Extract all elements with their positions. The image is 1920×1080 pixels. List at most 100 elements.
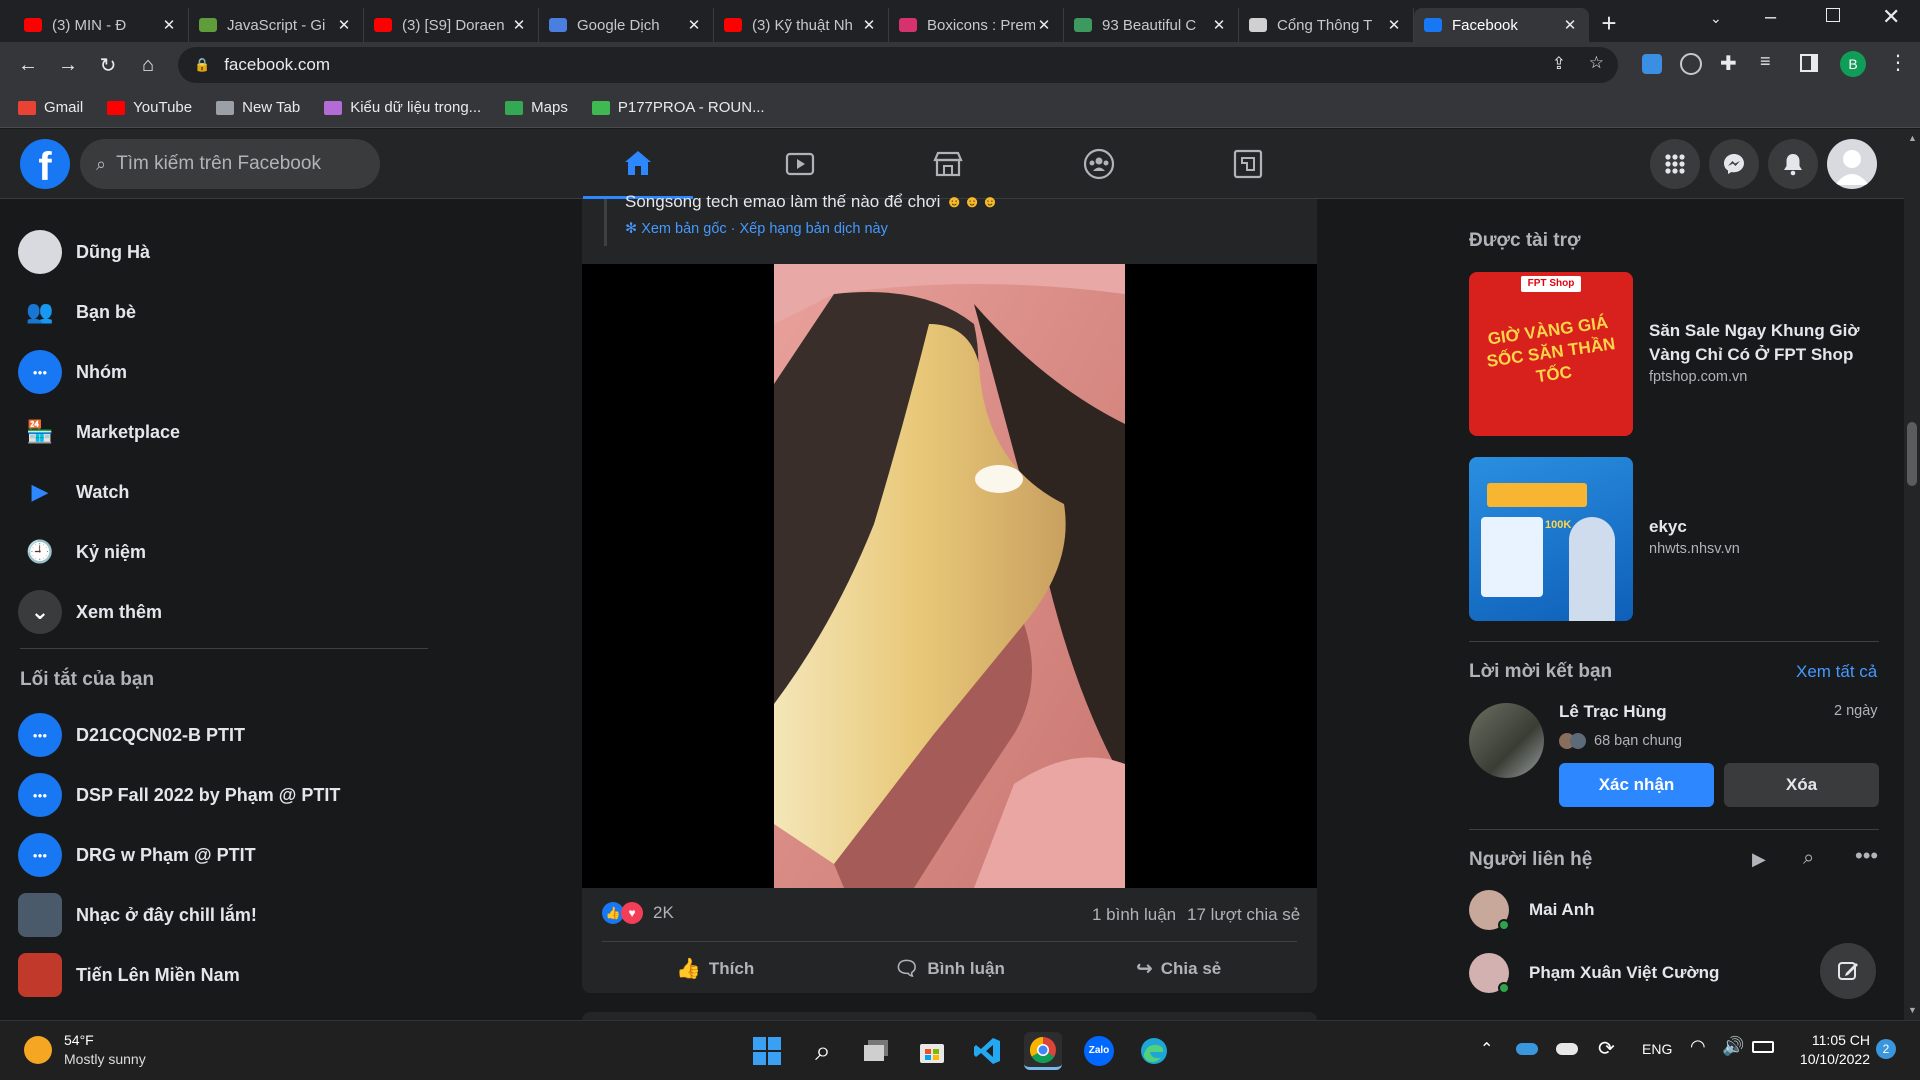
- close-tab-icon[interactable]: ✕: [1561, 16, 1579, 34]
- zalo-icon[interactable]: Zalo: [1080, 1032, 1118, 1070]
- nav-marketplace-tab[interactable]: [893, 129, 1003, 199]
- bookmark-item[interactable]: YouTube: [107, 99, 192, 116]
- extensions-puzzle-icon[interactable]: ✚: [1720, 51, 1737, 76]
- sync-icon[interactable]: ⟳: [1598, 1036, 1615, 1061]
- language-indicator[interactable]: ENG: [1642, 1041, 1672, 1057]
- close-tab-icon[interactable]: ✕: [1210, 16, 1228, 34]
- scrollbar-thumb[interactable]: [1907, 422, 1917, 486]
- share-icon[interactable]: ⇪: [1552, 54, 1566, 74]
- nav-watch-tab[interactable]: [745, 129, 855, 199]
- confirm-friend-button[interactable]: Xác nhận: [1559, 763, 1714, 807]
- close-tab-icon[interactable]: ✕: [1035, 16, 1053, 34]
- left-menu-item[interactable]: 🕘 Kỷ niệm: [18, 524, 438, 580]
- extension-compass-icon[interactable]: [1680, 53, 1702, 75]
- task-view-icon[interactable]: [858, 1032, 896, 1070]
- left-menu-item[interactable]: Dũng Hà: [18, 224, 438, 280]
- weather-widget[interactable]: 54°F Mostly sunny: [24, 1031, 146, 1069]
- browser-tab[interactable]: Facebook ✕: [1414, 8, 1589, 42]
- wifi-icon[interactable]: ◠: [1690, 1036, 1706, 1057]
- restore-button[interactable]: [1826, 8, 1840, 22]
- close-tab-icon[interactable]: ✕: [1385, 16, 1403, 34]
- chrome-icon[interactable]: [1024, 1032, 1062, 1070]
- media-queue-icon[interactable]: ≡: [1760, 51, 1771, 72]
- browser-tab[interactable]: Boxicons : Prem ✕: [889, 8, 1064, 42]
- minimize-button[interactable]: –: [1765, 6, 1776, 29]
- side-panel-icon[interactable]: [1800, 54, 1818, 72]
- contacts-options-icon[interactable]: •••: [1855, 843, 1878, 869]
- new-message-button[interactable]: [1820, 943, 1876, 999]
- close-tab-icon[interactable]: ✕: [160, 16, 178, 34]
- notifications-button[interactable]: [1768, 139, 1818, 189]
- clock[interactable]: 11:05 CH 10/10/2022: [1790, 1031, 1870, 1069]
- browser-tab[interactable]: Google Dịch ✕: [539, 8, 714, 42]
- left-menu-item[interactable]: 🏪 Marketplace: [18, 404, 438, 460]
- bookmark-item[interactable]: Kiểu dữ liệu trong...: [324, 99, 481, 116]
- shares-count[interactable]: 17 lượt chia sẻ: [1187, 905, 1300, 925]
- store-icon[interactable]: [913, 1032, 951, 1070]
- bookmark-item[interactable]: Gmail: [18, 99, 83, 116]
- left-menu-item[interactable]: ▶ Watch: [18, 464, 438, 520]
- page-scrollbar[interactable]: ▲ ▼: [1904, 129, 1920, 1020]
- shortcut-item[interactable]: ●●● DSP Fall 2022 by Phạm @ PTIT: [18, 767, 438, 823]
- shortcut-item[interactable]: ●●● D21CQCN02-B PTIT: [18, 707, 438, 763]
- url-bar[interactable]: 🔒 facebook.com ⇪ ☆: [178, 47, 1618, 83]
- taskbar-search-icon[interactable]: ⌕: [804, 1032, 842, 1070]
- new-tab-button[interactable]: +: [1589, 8, 1629, 39]
- close-window-button[interactable]: ✕: [1882, 4, 1900, 30]
- shortcut-item[interactable]: Nhạc ở đây chill lắm!: [18, 887, 438, 943]
- bookmark-star-icon[interactable]: ☆: [1589, 53, 1604, 73]
- shortcut-item[interactable]: ●●● DRG w Phạm @ PTIT: [18, 827, 438, 883]
- facebook-search-input[interactable]: ⌕ Tìm kiếm trên Facebook: [80, 139, 380, 189]
- reload-button[interactable]: ↻: [88, 53, 128, 78]
- share-button[interactable]: ↪ Chia sẻ: [1136, 956, 1221, 981]
- home-button[interactable]: ⌂: [128, 54, 168, 77]
- browser-tab[interactable]: 93 Beautiful C ✕: [1064, 8, 1239, 42]
- video-player[interactable]: [582, 264, 1317, 888]
- reactions-summary[interactable]: 👍 ♥ 2K: [602, 902, 674, 924]
- nav-gaming-tab[interactable]: [1193, 129, 1303, 199]
- new-room-icon[interactable]: ▶: [1752, 849, 1766, 870]
- bookmark-item[interactable]: New Tab: [216, 99, 300, 116]
- extension-raindrop-icon[interactable]: [1642, 54, 1662, 74]
- battery-icon[interactable]: [1752, 1041, 1774, 1053]
- browser-tab[interactable]: Cổng Thông T ✕: [1239, 8, 1414, 42]
- like-button[interactable]: 👍 Thích: [676, 956, 754, 981]
- forward-button[interactable]: →: [48, 54, 88, 77]
- scrollbar-down-arrow[interactable]: ▼: [1908, 1005, 1917, 1015]
- bookmark-item[interactable]: Maps: [505, 99, 568, 116]
- menu-button[interactable]: [1650, 139, 1700, 189]
- account-avatar[interactable]: [1827, 139, 1877, 189]
- close-tab-icon[interactable]: ✕: [860, 16, 878, 34]
- browser-tab[interactable]: JavaScript - Gi ✕: [189, 8, 364, 42]
- facebook-logo[interactable]: f: [20, 139, 70, 189]
- notification-badge[interactable]: 2: [1876, 1039, 1896, 1059]
- messenger-button[interactable]: [1709, 139, 1759, 189]
- browser-tab[interactable]: (3) MIN - Đ ✕: [14, 8, 189, 42]
- friend-request-avatar[interactable]: [1469, 703, 1544, 778]
- ad-ekyc[interactable]: 100K ekyc nhwts.nhsv.vn: [1469, 457, 1879, 621]
- ad-fpt[interactable]: FPT Shop GIỜ VÀNG GIÁ SỐC SĂN THẦN TỐC S…: [1469, 272, 1879, 436]
- translate-link[interactable]: ✻ Xem bản gốc · Xếp hạng bản dịch này: [625, 221, 888, 237]
- chrome-menu-icon[interactable]: ⋮: [1888, 50, 1908, 75]
- start-windows-icon[interactable]: [748, 1032, 786, 1070]
- back-button[interactable]: ←: [8, 54, 48, 77]
- edge-icon[interactable]: [1135, 1032, 1173, 1070]
- profile-avatar[interactable]: B: [1840, 51, 1866, 77]
- left-menu-item[interactable]: ⌄ Xem thêm: [18, 584, 438, 640]
- search-contacts-icon[interactable]: ⌕: [1803, 847, 1814, 870]
- nav-groups-tab[interactable]: [1044, 129, 1154, 199]
- comment-button[interactable]: 🗨 Bình luận: [894, 956, 1005, 981]
- bookmark-item[interactable]: P177PROA - ROUN...: [591, 99, 765, 116]
- show-hidden-icons[interactable]: ⌃: [1480, 1039, 1493, 1059]
- shortcut-item[interactable]: Tiến Lên Miền Nam: [18, 947, 438, 1003]
- vscode-icon[interactable]: [968, 1032, 1006, 1070]
- close-tab-icon[interactable]: ✕: [685, 16, 703, 34]
- left-menu-item[interactable]: ●●● Nhóm: [18, 344, 438, 400]
- left-menu-item[interactable]: 👥 Bạn bè: [18, 284, 438, 340]
- onedrive-icon[interactable]: [1516, 1043, 1538, 1055]
- browser-tab[interactable]: (3) Kỹ thuật Nh ✕: [714, 8, 889, 42]
- contact-item[interactable]: Phạm Xuân Việt Cường: [1469, 953, 1719, 994]
- close-tab-icon[interactable]: ✕: [335, 16, 353, 34]
- volume-icon[interactable]: 🔊: [1722, 1036, 1744, 1057]
- comments-count[interactable]: 1 bình luận: [1092, 905, 1176, 925]
